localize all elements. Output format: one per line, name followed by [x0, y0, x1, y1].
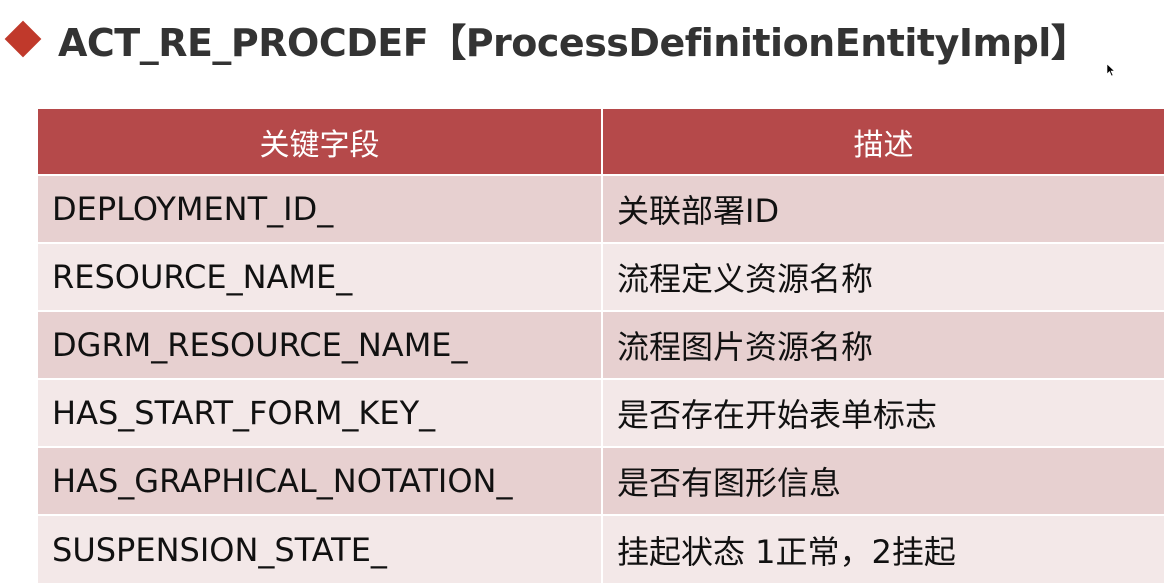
- page-title: ACT_RE_PROCDEF【ProcessDefinitionEntityIm…: [58, 20, 1089, 65]
- description-cell: 挂起状态 1正常，2挂起: [602, 514, 1164, 583]
- title-row: ACT_RE_PROCDEF【ProcessDefinitionEntityIm…: [4, 10, 1089, 68]
- description-cell: 流程图片资源名称: [602, 310, 1164, 379]
- field-cell: SUSPENSION_STATE_: [38, 514, 603, 583]
- mouse-cursor-icon: [1107, 64, 1115, 76]
- table-row: RESOURCE_NAME_ 流程定义资源名称: [38, 242, 1164, 311]
- field-cell: HAS_GRAPHICAL_NOTATION_: [38, 446, 603, 515]
- field-cell: DEPLOYMENT_ID_: [38, 174, 603, 243]
- diamond-bullet-icon: [4, 20, 42, 58]
- description-cell: 是否存在开始表单标志: [602, 378, 1164, 447]
- field-cell: HAS_START_FORM_KEY_: [38, 378, 603, 447]
- header-key-field: 关键字段: [38, 109, 603, 175]
- slide: ACT_RE_PROCDEF【ProcessDefinitionEntityIm…: [0, 0, 1174, 587]
- table-row: DEPLOYMENT_ID_ 关联部署ID: [38, 174, 1164, 243]
- table-header-row: 关键字段 描述: [38, 109, 1164, 175]
- description-cell: 是否有图形信息: [602, 446, 1164, 515]
- description-cell: 关联部署ID: [602, 174, 1164, 243]
- description-cell: 流程定义资源名称: [602, 242, 1164, 311]
- table-row: HAS_START_FORM_KEY_ 是否存在开始表单标志: [38, 378, 1164, 447]
- table-row: HAS_GRAPHICAL_NOTATION_ 是否有图形信息: [38, 446, 1164, 515]
- field-cell: DGRM_RESOURCE_NAME_: [38, 310, 603, 379]
- header-description: 描述: [602, 109, 1164, 175]
- table-row: DGRM_RESOURCE_NAME_ 流程图片资源名称: [38, 310, 1164, 379]
- field-table: 关键字段 描述 DEPLOYMENT_ID_ 关联部署ID RESOURCE_N…: [38, 109, 1164, 583]
- field-cell: RESOURCE_NAME_: [38, 242, 603, 311]
- table-row: SUSPENSION_STATE_ 挂起状态 1正常，2挂起: [38, 514, 1164, 583]
